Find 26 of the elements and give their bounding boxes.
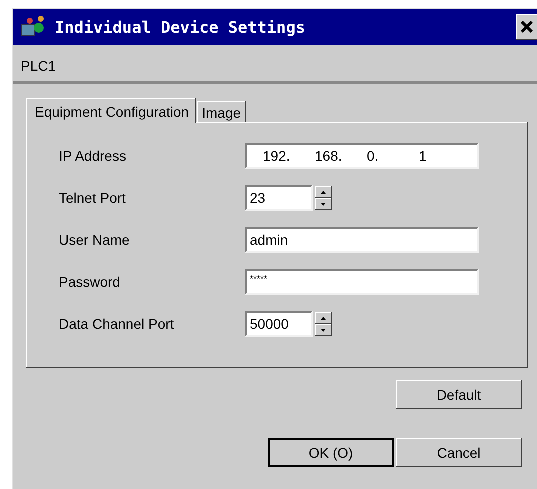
field-label: Password: [59, 274, 122, 290]
field-label: Telnet Port: [59, 190, 127, 206]
device-icon: [21, 15, 47, 39]
default-button[interactable]: Default: [396, 380, 522, 409]
up-arrow-icon: [321, 190, 326, 194]
number-field[interactable]: 23: [245, 185, 313, 211]
device-name: PLC1: [20, 57, 58, 73]
close-icon: [521, 21, 533, 33]
spin-buttons[interactable]: [315, 312, 332, 336]
field-label: Data Channel Port: [59, 316, 176, 332]
up-arrow-icon: [321, 316, 326, 320]
window-title: Individual Device Settings: [55, 18, 306, 36]
close-button[interactable]: [516, 14, 537, 40]
password-field[interactable]: *****: [245, 269, 479, 295]
field-label: User Name: [59, 232, 131, 248]
text-field[interactable]: admin: [245, 227, 479, 253]
tab[interactable]: Image: [197, 101, 246, 122]
spin-buttons[interactable]: [315, 186, 332, 210]
down-arrow-icon: [321, 328, 326, 332]
field-label: IP Address: [59, 148, 128, 164]
cancel-button[interactable]: Cancel: [396, 438, 522, 467]
ip-address-field[interactable]: 192. 168. 0. 1: [245, 143, 479, 169]
number-field[interactable]: 50000: [245, 311, 313, 337]
ok-button[interactable]: OK (O): [268, 438, 394, 467]
tab[interactable]: Equipment Configuration: [26, 98, 196, 123]
down-arrow-icon: [321, 202, 326, 206]
